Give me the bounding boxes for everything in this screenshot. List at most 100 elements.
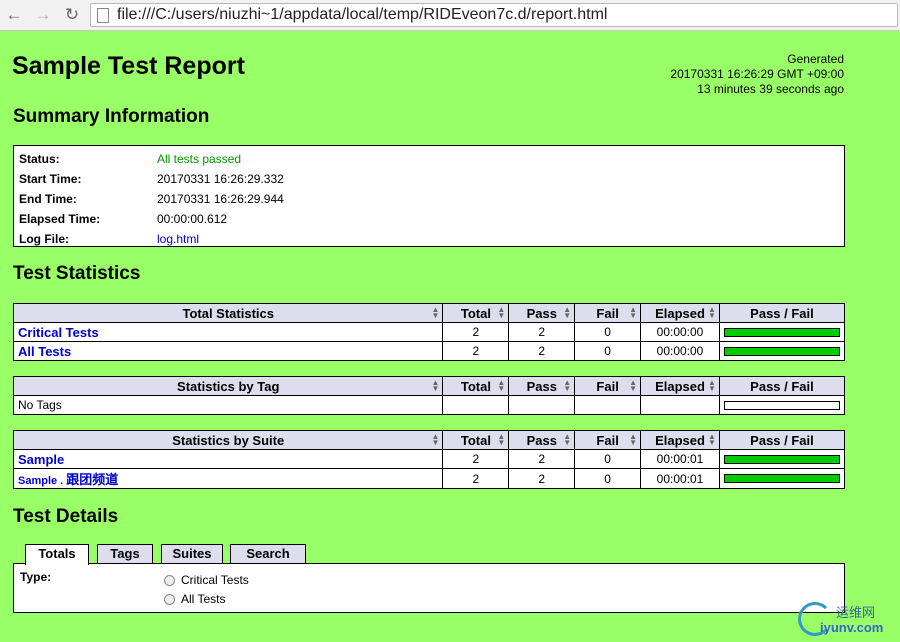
summary-label: Elapsed Time:: [19, 212, 101, 226]
elapsed-cell: [640, 395, 720, 415]
summary-row-start: Start Time: 20170331 16:26:29.332: [19, 169, 839, 189]
radio-all-tests[interactable]: All Tests: [164, 591, 225, 607]
radio-critical-tests[interactable]: Critical Tests: [164, 572, 249, 588]
radio-label: Critical Tests: [181, 573, 249, 587]
start-time-value: 20170331 16:26:29.332: [157, 172, 284, 186]
sort-icon: ▲ ▼: [708, 432, 716, 447]
watermark: 运维网 iyunv.com: [798, 602, 894, 636]
summary-row-log: Log File: log.html: [19, 229, 839, 249]
elapsed-cell: 00:00:00: [640, 341, 720, 361]
sort-icon: ▲ ▼: [497, 305, 506, 320]
reload-icon[interactable]: ↻: [61, 4, 83, 26]
column-header[interactable]: Pass ▲ ▼: [508, 376, 576, 396]
suite-child-link[interactable]: 跟团频道: [66, 472, 118, 487]
pass-cell: [508, 395, 576, 415]
tab-totals[interactable]: Totals: [25, 544, 89, 565]
summary-label: End Time:: [19, 192, 77, 206]
column-header[interactable]: Fail ▲ ▼: [574, 303, 642, 323]
column-header[interactable]: Total Statistics ▲ ▼: [12, 303, 444, 323]
column-header[interactable]: Total ▲ ▼: [442, 430, 510, 450]
forward-arrow-icon[interactable]: →: [32, 4, 54, 26]
column-header[interactable]: Fail ▲ ▼: [574, 376, 642, 396]
page-title: Sample Test Report: [12, 52, 245, 80]
column-header[interactable]: Pass ▲ ▼: [508, 430, 576, 450]
tab-search[interactable]: Search: [230, 544, 306, 564]
suite-statistics-table: Statistics by Suite ▲ ▼ Total ▲ ▼ Pass ▲ ▼ Fai…: [12, 430, 846, 489]
fail-cell: 0: [574, 468, 642, 489]
tab-tags[interactable]: Tags: [97, 544, 153, 564]
column-header[interactable]: Total ▲ ▼: [442, 303, 510, 323]
details-heading: Test Details: [13, 506, 119, 527]
total-statistics-table: Total Statistics ▲ ▼ Total ▲ ▼ Pass ▲ ▼ Fail ▲ ▼…: [12, 303, 846, 361]
column-header[interactable]: Total ▲ ▼: [442, 376, 510, 396]
statistics-heading: Test Statistics: [13, 263, 141, 284]
column-header[interactable]: Statistics by Tag ▲ ▼: [12, 376, 444, 396]
column-header: Pass / Fail: [718, 430, 846, 450]
tag-statistics-table: Statistics by Tag ▲ ▼ Total ▲ ▼ Pass ▲ ▼ Fail ▲…: [12, 376, 846, 415]
column-header: Pass / Fail: [718, 303, 846, 323]
sort-icon: ▲ ▼: [563, 305, 572, 320]
pass-bar-fill: [724, 475, 839, 482]
fail-cell: 0: [574, 449, 642, 469]
sort-icon: ▲ ▼: [497, 378, 506, 393]
sort-icon: ▲ ▼: [431, 378, 440, 393]
column-header[interactable]: Elapsed ▲ ▼: [640, 376, 720, 396]
status-value: All tests passed: [157, 152, 242, 166]
details-panel: Type: Critical Tests All Tests: [13, 563, 845, 613]
back-arrow-icon[interactable]: ←: [3, 4, 25, 26]
pass-fail-bar: [723, 454, 840, 464]
pass-cell: 2: [508, 341, 576, 361]
address-bar[interactable]: file:///C:/users/niuzhi~1/appdata/local/…: [90, 3, 898, 27]
column-header[interactable]: Fail ▲ ▼: [574, 430, 642, 450]
sort-icon: ▲ ▼: [629, 378, 638, 393]
summary-label: Status:: [19, 152, 60, 166]
column-header[interactable]: Elapsed ▲ ▼: [640, 303, 720, 323]
table-row: Sample 2 2 0 00:00:01: [12, 449, 846, 469]
watermark-en: iyunv.com: [820, 620, 884, 635]
log-file-link[interactable]: log.html: [157, 229, 199, 249]
end-time-value: 20170331 16:26:29.944: [157, 192, 284, 206]
summary-label: Start Time:: [19, 172, 82, 186]
no-tags-cell: No Tags: [12, 395, 444, 415]
generated-info: Generated 20170331 16:26:29 GMT +09:00 1…: [670, 52, 844, 97]
page-icon: [97, 8, 109, 23]
pass-fail-bar: [723, 346, 840, 356]
suite-sample-link[interactable]: Sample: [18, 452, 64, 467]
generated-ago: 13 minutes 39 seconds ago: [697, 82, 844, 96]
watermark-cn: 运维网: [836, 605, 876, 620]
column-header[interactable]: Statistics by Suite ▲ ▼: [12, 430, 444, 450]
column-header[interactable]: Pass ▲ ▼: [508, 303, 576, 323]
fail-cell: 0: [574, 322, 642, 342]
pass-fail-bar: [723, 327, 840, 337]
radio-button-icon[interactable]: [164, 575, 175, 586]
summary-table: Status: All tests passed Start Time: 201…: [13, 145, 845, 247]
total-cell: 2: [442, 468, 510, 489]
column-header[interactable]: Elapsed ▲ ▼: [640, 430, 720, 450]
total-cell: 2: [442, 449, 510, 469]
sort-icon: ▲ ▼: [431, 432, 440, 447]
radio-button-icon[interactable]: [164, 594, 175, 605]
sort-icon: ▲ ▼: [497, 432, 506, 447]
elapsed-cell: 00:00:01: [640, 449, 720, 469]
pass-bar-fill: [724, 328, 839, 336]
table-row: Sample . 跟团频道 2 2 0 00:00:01: [12, 468, 846, 489]
radio-label: All Tests: [181, 592, 226, 606]
table-row: Critical Tests 2 2 0 00:00:00: [12, 322, 846, 342]
all-tests-link[interactable]: All Tests: [18, 344, 71, 359]
fail-cell: [574, 395, 642, 415]
elapsed-cell: 00:00:00: [640, 322, 720, 342]
tab-suites[interactable]: Suites: [161, 544, 223, 564]
pass-bar-fill: [724, 455, 839, 463]
table-header-row: Total Statistics ▲ ▼ Total ▲ ▼ Pass ▲ ▼ Fail ▲ ▼…: [12, 303, 846, 323]
table-header-row: Statistics by Tag ▲ ▼ Total ▲ ▼ Pass ▲ ▼ Fail ▲…: [12, 376, 846, 396]
suite-parent-link[interactable]: Sample .: [18, 475, 66, 487]
url-text[interactable]: file:///C:/users/niuzhi~1/appdata/local/…: [117, 6, 607, 24]
table-header-row: Statistics by Suite ▲ ▼ Total ▲ ▼ Pass ▲ ▼ Fai…: [12, 430, 846, 450]
sort-icon: ▲ ▼: [629, 305, 638, 320]
browser-toolbar: ← → ↻ file:///C:/users/niuzhi~1/appdata/…: [0, 0, 900, 31]
summary-row-status: Status: All tests passed: [19, 149, 839, 169]
summary-label: Log File:: [19, 232, 69, 246]
critical-tests-link[interactable]: Critical Tests: [18, 325, 99, 340]
generated-time: 20170331 16:26:29 GMT +09:00: [670, 67, 844, 81]
fail-cell: 0: [574, 341, 642, 361]
